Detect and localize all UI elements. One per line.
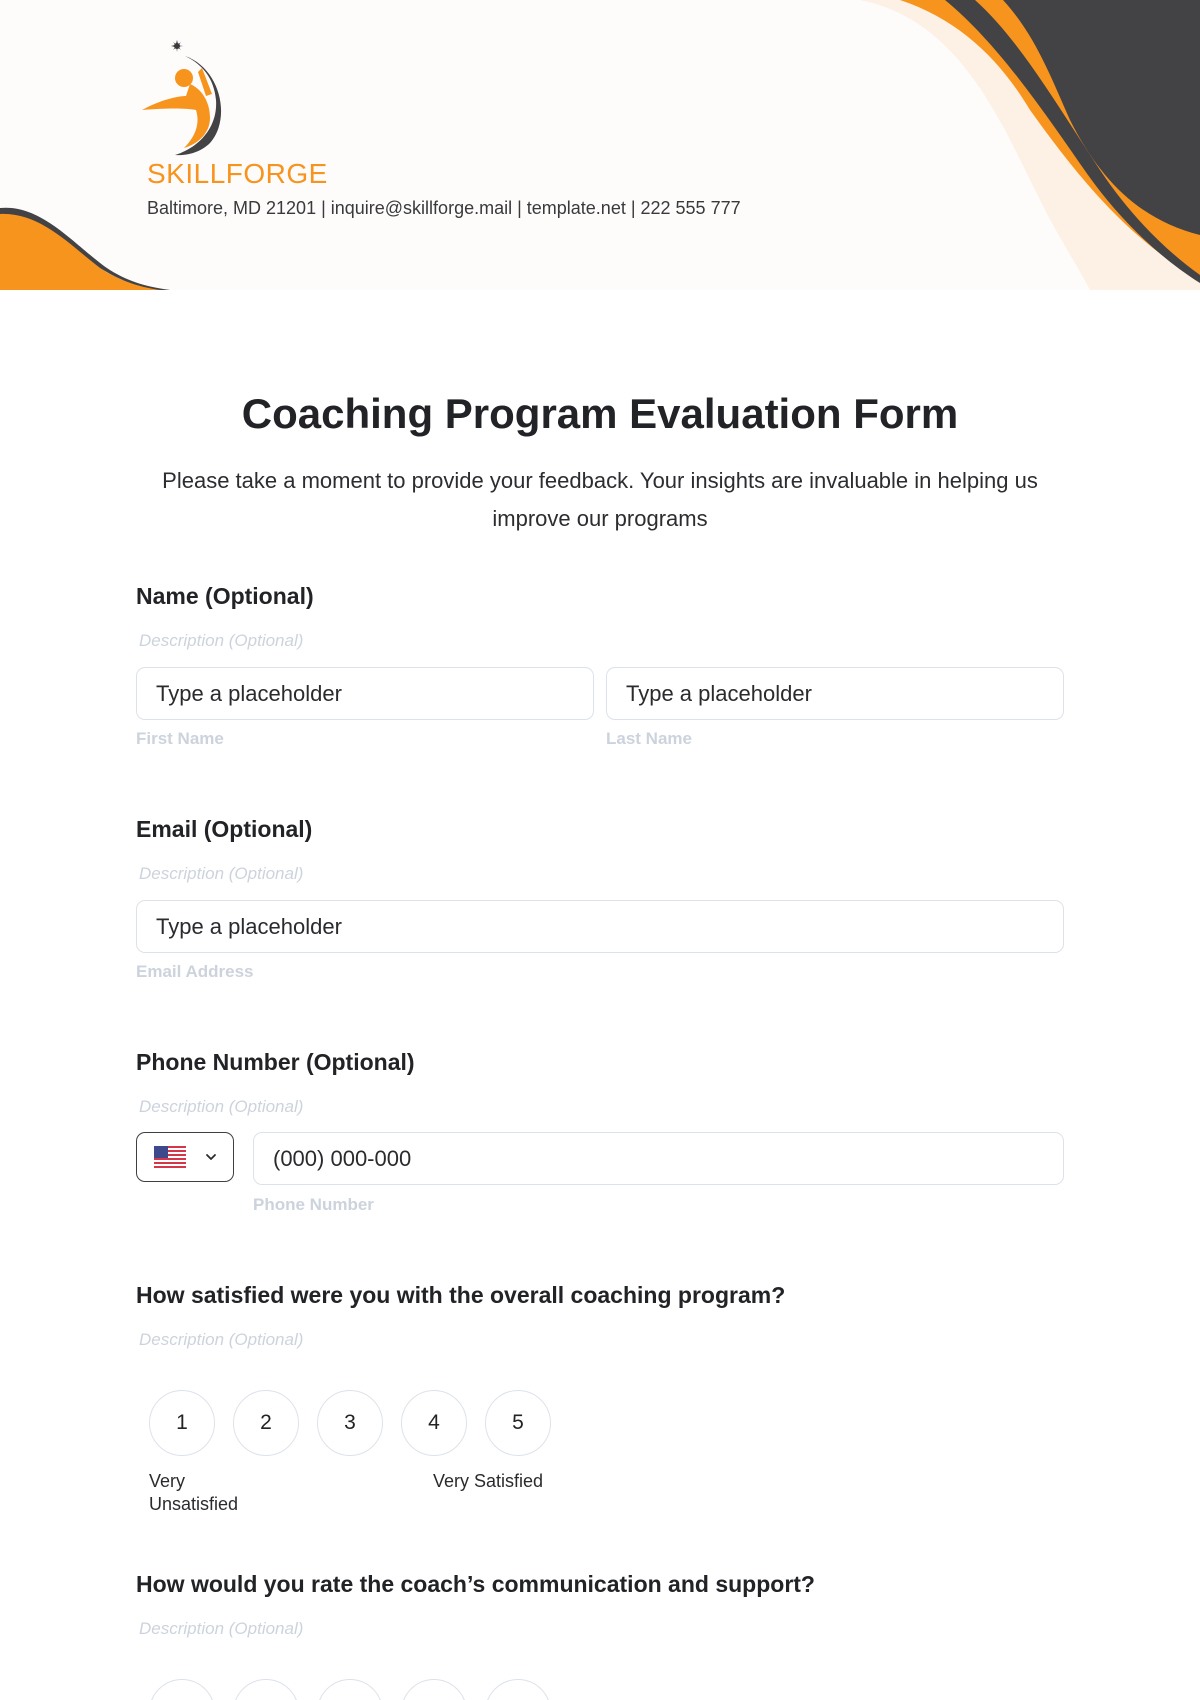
last-name-sublabel: Last Name: [606, 729, 692, 748]
brand-name: SKILLFORGE: [147, 158, 328, 189]
satisfaction-rating-4[interactable]: 4: [401, 1390, 467, 1456]
name-description[interactable]: Description (Optional): [139, 631, 303, 651]
form-title: Coaching Program Evaluation Form: [241, 390, 959, 437]
phone-description[interactable]: Description (Optional): [139, 1097, 303, 1117]
satisfaction-rating-5[interactable]: 5: [485, 1390, 551, 1456]
contact-info: Baltimore, MD 21201 | inquire@skillforge…: [147, 198, 741, 218]
first-name-input[interactable]: Type a placeholder: [136, 667, 594, 720]
communication-rating-4[interactable]: 4: [401, 1679, 467, 1700]
satisfaction-rating-1[interactable]: 1: [149, 1390, 215, 1456]
communication-description[interactable]: Description (Optional): [139, 1619, 303, 1639]
last-name-input[interactable]: Type a placeholder: [606, 667, 1064, 720]
email-description[interactable]: Description (Optional): [139, 864, 303, 884]
phone-input[interactable]: (000) 000-000: [253, 1132, 1064, 1185]
communication-rating-3[interactable]: 3: [317, 1679, 383, 1700]
satisfaction-description[interactable]: Description (Optional): [139, 1330, 303, 1350]
communication-question-label: How would you rate the coach’s communica…: [136, 1571, 815, 1597]
communication-rating-5[interactable]: 5: [485, 1679, 551, 1700]
country-code-select[interactable]: [136, 1132, 234, 1182]
communication-rating-2[interactable]: 2: [233, 1679, 299, 1700]
form-subtitle: Please take a moment to provide your fee…: [162, 468, 1038, 531]
scale-high-label: Very Satisfied: [433, 1471, 544, 1491]
phone-sublabel: Phone Number: [253, 1195, 374, 1214]
communication-rating-1[interactable]: 1: [149, 1679, 215, 1700]
header-banner: SKILLFORGE Baltimore, MD 21201 | inquire…: [0, 0, 1200, 290]
email-sublabel: Email Address: [136, 962, 254, 981]
scale-low-label: Very Unsatisfied: [149, 1471, 239, 1514]
name-label: Name (Optional): [136, 583, 314, 609]
satisfaction-rating-3[interactable]: 3: [317, 1390, 383, 1456]
email-input[interactable]: Type a placeholder: [136, 900, 1064, 953]
email-label: Email (Optional): [136, 816, 313, 842]
first-name-sublabel: First Name: [136, 729, 224, 748]
us-flag-icon: [154, 1146, 186, 1168]
satisfaction-question-label: How satisfied were you with the overall …: [136, 1282, 786, 1308]
skillforge-logo-icon: [142, 40, 222, 156]
chevron-down-icon: [206, 1154, 216, 1160]
phone-label: Phone Number (Optional): [136, 1049, 415, 1075]
satisfaction-rating-2[interactable]: 2: [233, 1390, 299, 1456]
